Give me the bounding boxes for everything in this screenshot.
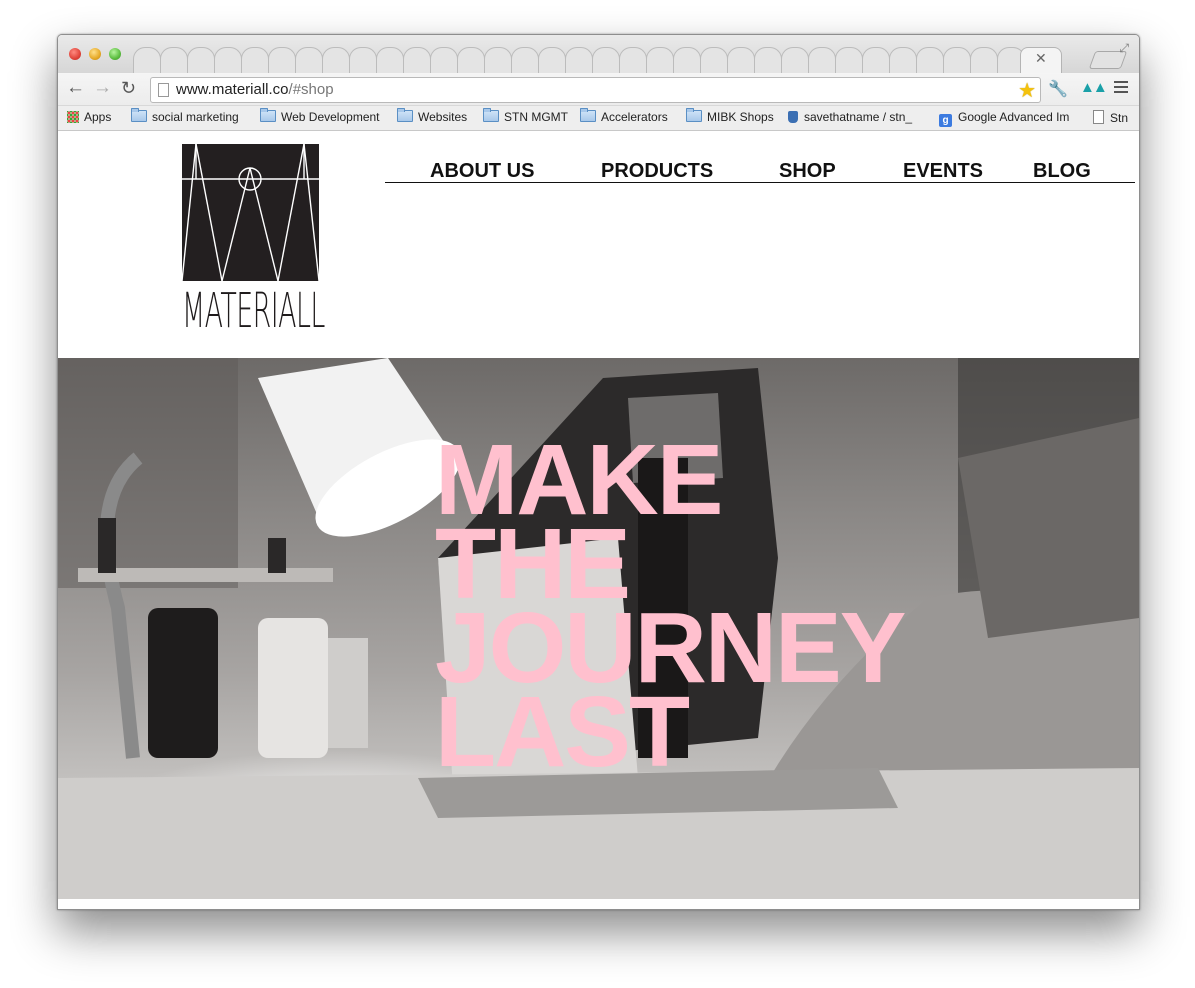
background-tab[interactable] (457, 47, 485, 74)
main-nav: ABOUT US PRODUCTS SHOP EVENTS BLOG (385, 160, 1135, 183)
folder-icon (131, 108, 147, 122)
bookmark-apps[interactable]: Apps (67, 110, 111, 124)
page-icon (158, 83, 169, 97)
background-tab[interactable] (754, 47, 782, 74)
nav-events[interactable]: EVENTS (903, 160, 983, 182)
browser-window: ✕ ⤢ ← → ↻ www.materiall.co/#shop ★ 🔧 ▲▲ … (57, 34, 1140, 910)
background-tab[interactable] (376, 47, 404, 74)
background-tab[interactable] (403, 47, 431, 74)
bookmarks-bar: Apps social marketing Web Development We… (58, 106, 1139, 131)
bookmark-label: Apps (84, 110, 112, 124)
active-tab[interactable]: ✕ (1020, 47, 1062, 74)
bookmark-label: Stn (1110, 111, 1129, 125)
background-tab[interactable] (214, 47, 242, 74)
background-tab[interactable] (673, 47, 701, 74)
background-tab[interactable] (835, 47, 863, 74)
background-tab[interactable] (781, 47, 809, 74)
bitbucket-icon (788, 111, 798, 123)
background-tab[interactable] (484, 47, 512, 74)
logo-mark-icon (182, 144, 319, 281)
background-tab[interactable] (565, 47, 593, 74)
hero-banner: MAKE THE JOURNEY LAST (58, 358, 1139, 899)
forward-button[interactable]: → (93, 78, 112, 98)
bookmark-accelerators[interactable]: Accelerators (580, 108, 668, 124)
background-tab[interactable] (295, 47, 323, 74)
background-tab[interactable] (808, 47, 836, 74)
hero-heading: MAKE THE JOURNEY LAST (435, 430, 906, 782)
nav-shop[interactable]: SHOP (779, 160, 836, 182)
url-host: www.materiall.co (176, 81, 289, 98)
background-tab[interactable] (430, 47, 458, 74)
tab-strip: ✕ ⤢ (58, 35, 1139, 74)
page-bottom-strip (58, 899, 1139, 909)
web-page: MATERIALL ABOUT US PRODUCTS SHOP EVENTS … (58, 131, 1139, 909)
extension-icon[interactable]: ▲▲ (1080, 79, 1108, 96)
bookmark-label: Google Advanced Im (958, 110, 1070, 124)
background-tab[interactable] (943, 47, 971, 74)
address-bar[interactable]: www.materiall.co/#shop ★ (150, 77, 1041, 103)
background-tab[interactable] (322, 47, 350, 74)
folder-icon (397, 108, 413, 122)
bookmark-web-development[interactable]: Web Development (260, 108, 380, 124)
document-icon (1093, 110, 1104, 124)
bookmark-label: social marketing (152, 110, 239, 124)
bookmark-label: Web Development (281, 110, 380, 124)
folder-icon (686, 108, 702, 122)
nav-about-us[interactable]: ABOUT US (430, 160, 534, 182)
tab-list (133, 43, 1025, 74)
maximize-window-button[interactable] (109, 48, 121, 60)
background-tab[interactable] (970, 47, 998, 74)
bookmark-google-advanced[interactable]: g Google Advanced Im (939, 110, 1069, 127)
menu-icon[interactable] (1114, 78, 1128, 96)
google-icon: g (939, 114, 952, 127)
fullscreen-icon[interactable]: ⤢ (1119, 41, 1129, 56)
bookmark-label: MIBK Shops (707, 110, 774, 124)
background-tab[interactable] (700, 47, 728, 74)
background-tab[interactable] (538, 47, 566, 74)
url-text[interactable]: www.materiall.co/#shop (176, 81, 334, 98)
background-tab[interactable] (889, 47, 917, 74)
bookmark-websites[interactable]: Websites (397, 108, 468, 124)
bookmark-label: STN MGMT (504, 110, 568, 124)
close-window-button[interactable] (69, 48, 81, 60)
bookmark-label: savethatname / stn_ (804, 110, 913, 124)
background-tab[interactable] (511, 47, 539, 74)
back-button[interactable]: ← (66, 78, 85, 98)
bookmark-star-icon[interactable]: ★ (1018, 78, 1036, 103)
materiall-logo[interactable]: MATERIALL (182, 144, 325, 339)
bookmark-stn-mgmt[interactable]: STN MGMT (483, 108, 568, 124)
folder-icon (580, 108, 596, 122)
bookmark-social-marketing[interactable]: social marketing (131, 108, 239, 124)
bookmark-mibk-shops[interactable]: MIBK Shops (686, 108, 774, 124)
logo-wordmark: MATERIALL (182, 283, 325, 339)
folder-icon (483, 108, 499, 122)
close-tab-icon[interactable]: ✕ (1035, 50, 1047, 67)
background-tab[interactable] (862, 47, 890, 74)
bookmark-label: Accelerators (601, 110, 668, 124)
background-tab[interactable] (646, 47, 674, 74)
wrench-icon[interactable]: 🔧 (1048, 79, 1068, 99)
apps-grid-icon (67, 111, 79, 123)
background-tab[interactable] (241, 47, 269, 74)
folder-icon (260, 108, 276, 122)
background-tab[interactable] (727, 47, 755, 74)
nav-blog[interactable]: BLOG (1033, 160, 1091, 182)
bookmark-label: Websites (418, 110, 468, 124)
bookmark-stn[interactable]: Stn (1093, 110, 1128, 125)
bookmark-savethatname[interactable]: savethatname / stn_ (788, 110, 912, 124)
reload-button[interactable]: ↻ (121, 78, 136, 98)
background-tab[interactable] (349, 47, 377, 74)
url-path: /#shop (288, 81, 334, 98)
background-tab[interactable] (619, 47, 647, 74)
background-tab[interactable] (268, 47, 296, 74)
minimize-window-button[interactable] (89, 48, 101, 60)
background-tab[interactable] (133, 47, 161, 74)
background-tab[interactable] (160, 47, 188, 74)
browser-toolbar: ← → ↻ www.materiall.co/#shop ★ 🔧 ▲▲ (58, 73, 1139, 106)
background-tab[interactable] (592, 47, 620, 74)
nav-products[interactable]: PRODUCTS (601, 160, 713, 182)
background-tab[interactable] (187, 47, 215, 74)
background-tab[interactable] (916, 47, 944, 74)
